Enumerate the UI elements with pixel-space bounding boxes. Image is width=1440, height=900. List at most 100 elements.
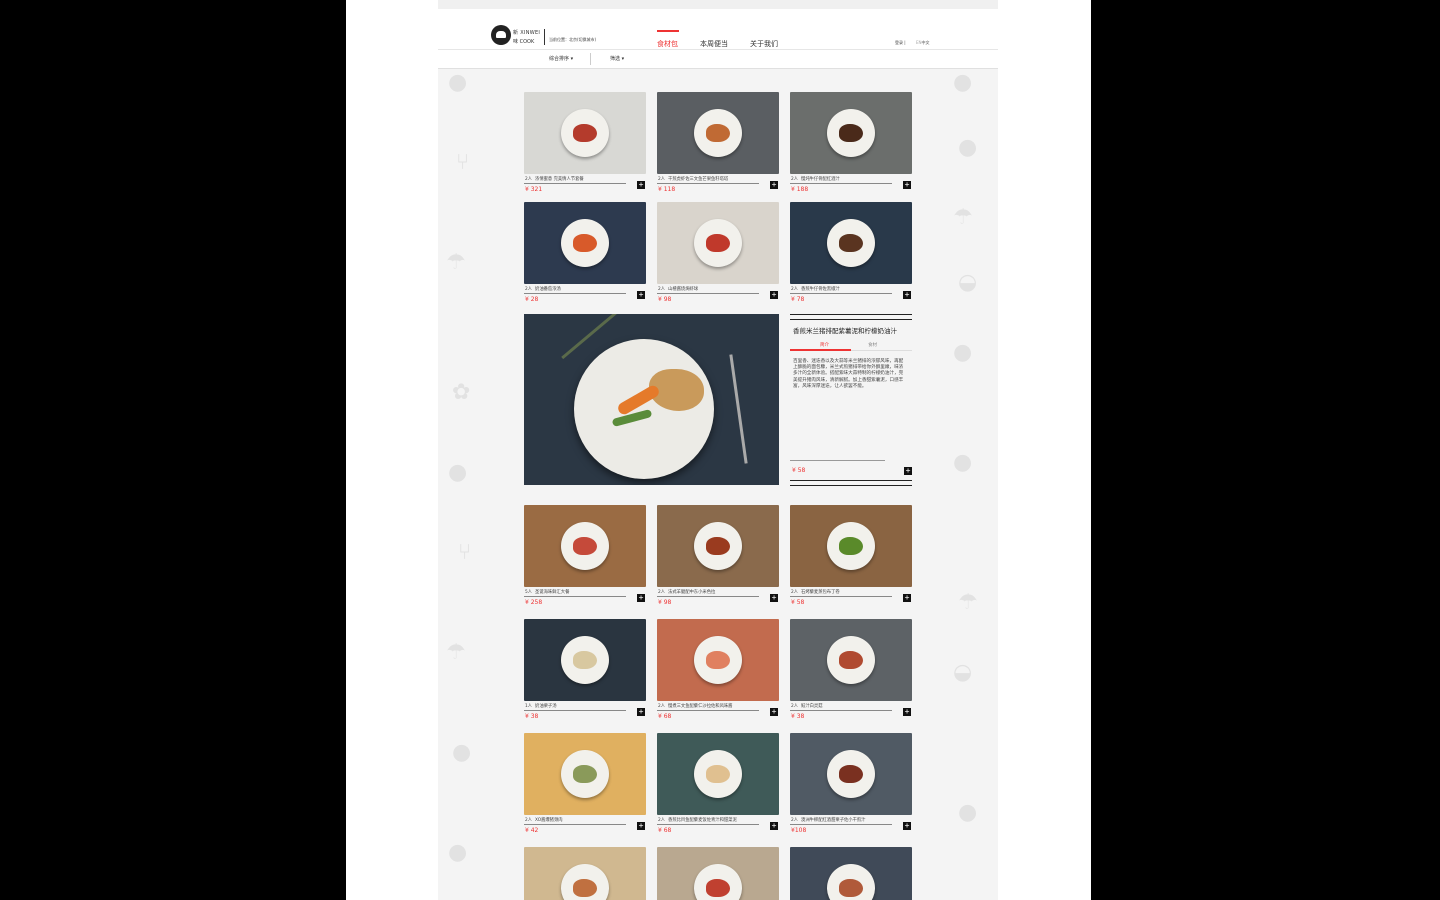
product-name[interactable]: 法式羊腿配中东小米色拉 [668, 590, 715, 595]
product-image[interactable] [790, 847, 912, 900]
location-switch[interactable]: 当前位置：北京(切换城市) [549, 37, 596, 43]
underline [657, 710, 759, 711]
product-card[interactable]: 2人 香煎比目鱼配藜麦饭佐青汁和甜菜泥 ¥ 68 + [657, 733, 779, 834]
product-card[interactable]: 1人 奶油栗子汤 ¥ 38 + [524, 619, 646, 720]
product-name[interactable]: 慢炖牛仔骨配红酒汁 [801, 177, 840, 182]
nav-about-us[interactable]: 关于我们 [750, 39, 778, 49]
sort-dropdown[interactable]: 综合排序 ▾ [549, 55, 573, 62]
product-price: ¥ 188 [791, 186, 809, 193]
product-card[interactable]: 2人 石烤藜麦蒸包布丁卷 ¥ 58 + [790, 505, 912, 606]
product-card[interactable] [524, 847, 646, 900]
portion-label: 2人 [525, 287, 533, 292]
product-image[interactable] [790, 733, 912, 815]
product-image[interactable] [524, 847, 646, 900]
add-to-cart-button[interactable]: + [903, 291, 911, 299]
add-to-cart-button[interactable]: + [637, 822, 645, 830]
product-image[interactable] [524, 92, 646, 174]
underline [524, 824, 626, 825]
featured-product-image[interactable] [524, 314, 779, 485]
nav-ingredients-pack[interactable]: 食材包 [657, 39, 678, 49]
product-card[interactable] [657, 847, 779, 900]
product-name[interactable]: 石烤藜麦蒸包布丁卷 [801, 590, 840, 595]
add-to-cart-button[interactable]: + [903, 822, 911, 830]
product-name[interactable]: 鲑汁白灵菇 [801, 704, 822, 709]
add-to-cart-button[interactable]: + [770, 594, 778, 602]
product-image[interactable] [657, 92, 779, 174]
product-image[interactable] [790, 505, 912, 587]
product-image[interactable] [790, 202, 912, 284]
product-name[interactable]: 圣诞海味鲜汇大餐 [535, 590, 569, 595]
product-card[interactable]: 5人 圣诞海味鲜汇大餐 ¥ 258 + [524, 505, 646, 606]
product-name[interactable]: 山楂酱烧焗虾球 [668, 287, 698, 292]
chef-hat-logo-icon[interactable] [491, 25, 511, 45]
product-name[interactable]: 香煎比目鱼配藜麦饭佐青汁和甜菜泥 [668, 818, 737, 823]
grape-icon: ✿ [452, 380, 471, 405]
product-card[interactable]: 2人 鲑汁白灵菇 ¥ 38 + [790, 619, 912, 720]
product-image[interactable] [657, 733, 779, 815]
product-card[interactable]: 2人 干煎虎虾佐三文鱼芒果鱼籽塔塔 ¥ 118 + [657, 92, 779, 193]
lang-cn[interactable]: 中文 [922, 40, 930, 45]
product-name[interactable]: 慢煮三文鱼配藜仁沙拉佐和风味酱 [668, 704, 732, 709]
tab-ingredients[interactable]: 食材 [868, 342, 877, 348]
portion-label: 2人 [525, 818, 533, 823]
product-image[interactable] [790, 619, 912, 701]
product-name[interactable]: XO酱爆猪颈肉 [535, 818, 563, 823]
add-to-cart-button[interactable]: + [770, 291, 778, 299]
dish [706, 234, 730, 252]
product-card[interactable]: 2人 澳洲牛柳配红酒甜栗子佐小干煎汁 ¥108 + [790, 733, 912, 834]
product-meta: 2人 香煎比目鱼配藜麦饭佐青汁和甜菜泥 [658, 817, 737, 823]
product-name[interactable]: 澳洲牛柳配红酒甜栗子佐小干煎汁 [801, 818, 865, 823]
product-meta: 2人 慢炖牛仔骨配红酒汁 [791, 176, 840, 182]
product-image[interactable] [657, 505, 779, 587]
product-card[interactable]: 2人 法式羊腿配中东小米色拉 ¥ 98 + [657, 505, 779, 606]
nav-weekly-bento[interactable]: 本周便当 [700, 39, 728, 49]
filter-bar: 综合排序 ▾ 筛选 ▾ [438, 50, 998, 69]
product-card[interactable]: 2人 奶油番茄浓汤 ¥ 28 + [524, 202, 646, 303]
underline [657, 293, 759, 294]
add-to-cart-button[interactable]: + [903, 708, 911, 716]
product-card[interactable]: 2人 慢炖牛仔骨配红酒汁 ¥ 188 + [790, 92, 912, 193]
portion-label: 2人 [791, 704, 799, 709]
panel-top-rule [790, 314, 912, 320]
underline [657, 824, 759, 825]
product-card[interactable]: 2人 山楂酱烧焗虾球 ¥ 98 + [657, 202, 779, 303]
add-to-cart-button[interactable]: + [637, 708, 645, 716]
product-card[interactable]: 2人 浓情蜜意 完美情人节套餐 ¥ 321 + [524, 92, 646, 193]
product-image[interactable] [524, 505, 646, 587]
product-image[interactable] [790, 92, 912, 174]
add-to-cart-button[interactable]: + [903, 181, 911, 189]
product-meta: 2人 奶油番茄浓汤 [525, 286, 561, 292]
add-to-cart-button[interactable]: + [904, 467, 912, 475]
language-switch[interactable]: EN中文 [916, 40, 930, 46]
add-to-cart-button[interactable]: + [770, 181, 778, 189]
dish [706, 765, 730, 783]
product-name[interactable]: 奶油番茄浓汤 [535, 287, 561, 292]
product-name[interactable]: 干煎虎虾佐三文鱼芒果鱼籽塔塔 [668, 177, 728, 182]
add-to-cart-button[interactable]: + [637, 594, 645, 602]
filter-dropdown[interactable]: 筛选 ▾ [610, 55, 624, 62]
product-name[interactable]: 香煎牛仔骨佐黑椒汁 [801, 287, 840, 292]
login-link[interactable]: 登录 | [895, 40, 906, 46]
underline [524, 293, 626, 294]
product-image[interactable] [657, 202, 779, 284]
product-card[interactable] [790, 847, 912, 900]
product-name[interactable]: 奶油栗子汤 [535, 704, 556, 709]
product-card[interactable]: 2人 XO酱爆猪颈肉 ¥ 42 + [524, 733, 646, 834]
product-card[interactable]: 2人 慢煮三文鱼配藜仁沙拉佐和风味酱 ¥ 68 + [657, 619, 779, 720]
product-image[interactable] [524, 619, 646, 701]
product-card[interactable]: 2人 香煎牛仔骨佐黑椒汁 ¥ 78 + [790, 202, 912, 303]
add-to-cart-button[interactable]: + [770, 708, 778, 716]
product-image[interactable] [657, 847, 779, 900]
apple-icon: ● [953, 70, 973, 95]
product-name[interactable]: 浓情蜜意 完美情人节套餐 [535, 177, 584, 182]
product-image[interactable] [524, 733, 646, 815]
add-to-cart-button[interactable]: + [770, 822, 778, 830]
add-to-cart-button[interactable]: + [903, 594, 911, 602]
add-to-cart-button[interactable]: + [637, 181, 645, 189]
tab-introduction[interactable]: 简介 [820, 342, 829, 348]
add-to-cart-button[interactable]: + [637, 291, 645, 299]
product-image[interactable] [657, 619, 779, 701]
product-meta: 2人 XO酱爆猪颈肉 [525, 817, 563, 823]
featured-product-title: 香煎米兰猪排配紫薯泥和柠檬奶油汁 [793, 327, 897, 335]
product-image[interactable] [524, 202, 646, 284]
